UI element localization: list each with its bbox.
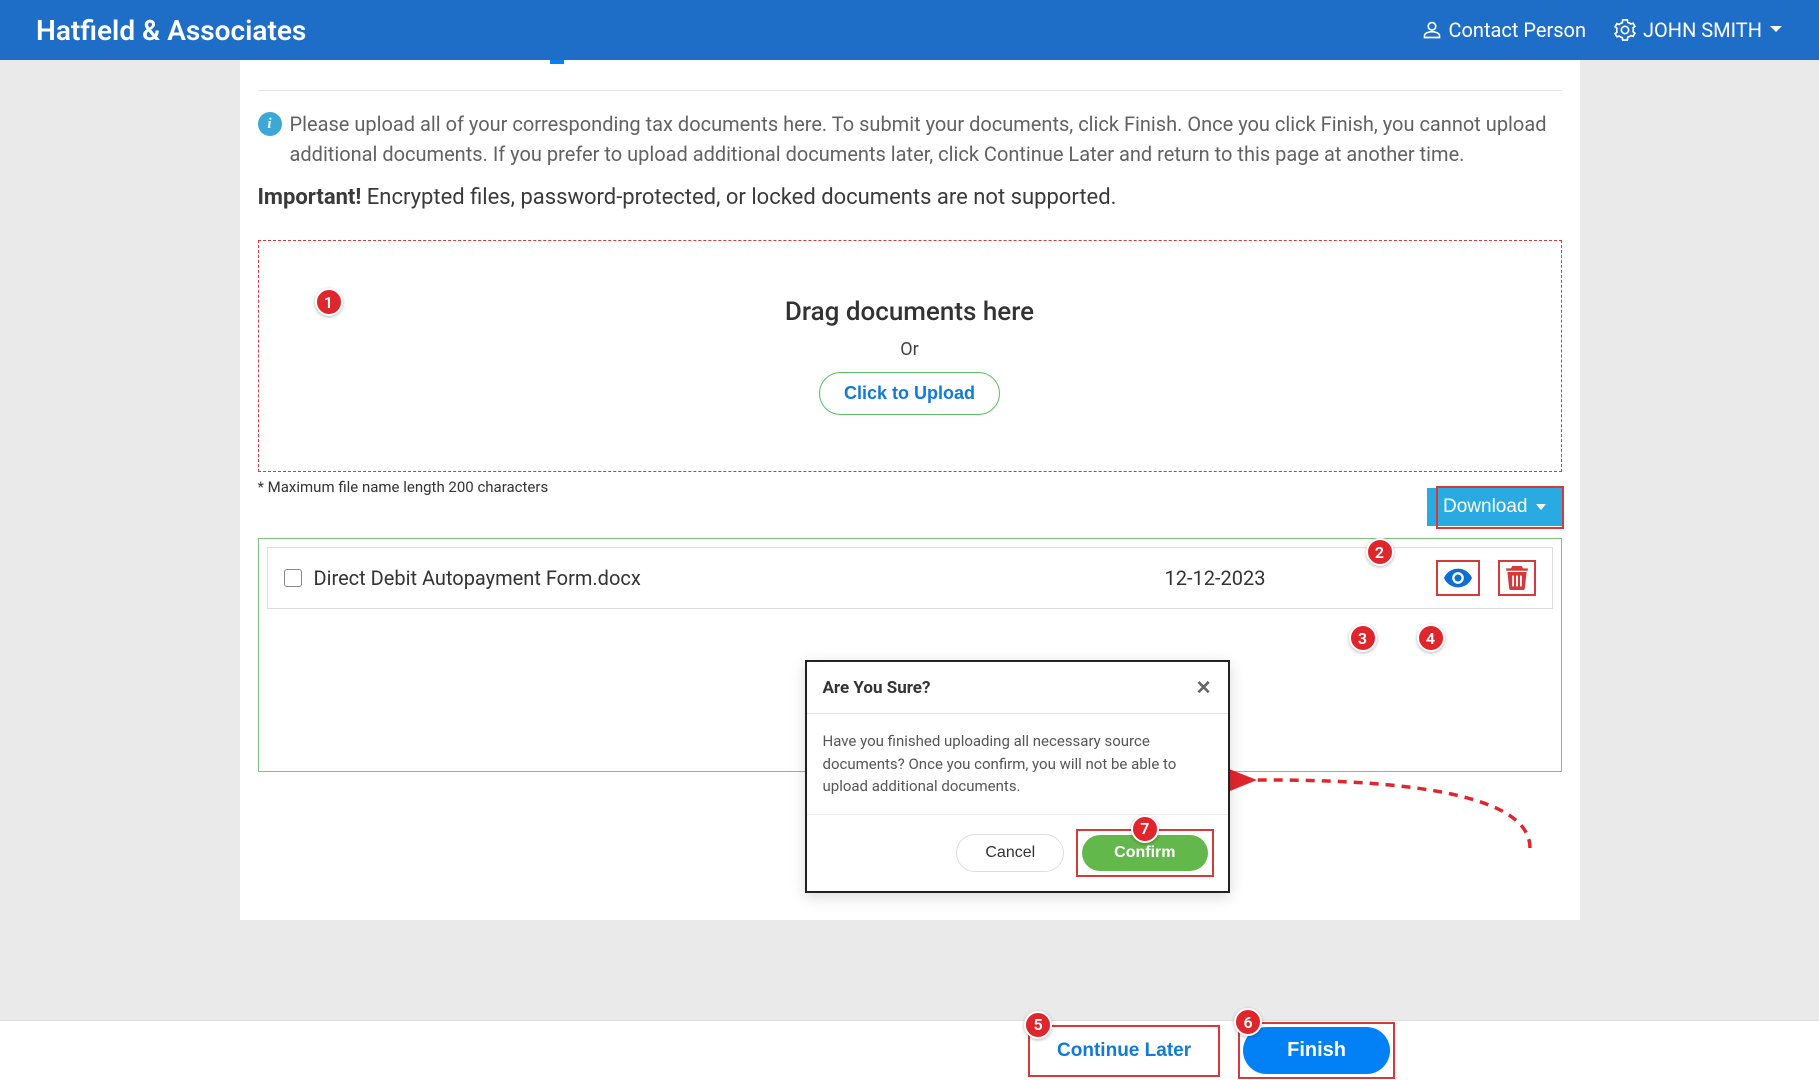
callout-3: 3 <box>1349 624 1377 652</box>
download-button[interactable]: Download <box>1427 488 1562 526</box>
important-note: Important! Encrypted files, password-pro… <box>258 185 1562 210</box>
callout-5: 5 <box>1024 1011 1052 1039</box>
file-name: Direct Debit Autopayment Form.docx <box>314 566 641 590</box>
user-name: JOHN SMITH <box>1643 18 1762 42</box>
caret-down-icon <box>1769 25 1783 35</box>
top-header: Hatfield & Associates Contact Person JOH… <box>0 0 1819 60</box>
modal-cancel-button[interactable]: Cancel <box>956 834 1064 872</box>
upload-dropzone[interactable]: Drag documents here Or Click to Upload <box>258 240 1562 472</box>
delete-file-button[interactable] <box>1498 560 1536 596</box>
dropzone-title: Drag documents here <box>785 297 1034 327</box>
modal-body: Have you finished uploading all necessar… <box>807 714 1228 815</box>
continue-later-button[interactable]: Continue Later <box>1033 1030 1215 1072</box>
callout-7: 7 <box>1131 815 1159 843</box>
contact-label: Contact Person <box>1449 18 1587 42</box>
user-menu[interactable]: JOHN SMITH <box>1614 18 1783 42</box>
important-text: Encrypted files, password-protected, or … <box>361 185 1116 210</box>
footer-bar: 5 Continue Later 6 Finish <box>0 1020 1819 1080</box>
gear-icon <box>1614 19 1636 41</box>
file-checkbox[interactable] <box>284 569 302 587</box>
modal-header: Are You Sure? ✕ <box>807 662 1228 714</box>
download-label: Download <box>1443 496 1528 518</box>
brand-title: Hatfield & Associates <box>36 14 306 47</box>
info-text: Please upload all of your corresponding … <box>290 109 1562 169</box>
info-icon: i <box>258 112 282 136</box>
modal-footer: Cancel 7 Confirm <box>807 815 1228 891</box>
person-icon <box>1422 19 1442 41</box>
callout-4: 4 <box>1417 624 1445 652</box>
callout-6: 6 <box>1234 1008 1262 1036</box>
file-date: 12-12-2023 <box>1165 566 1266 590</box>
annotation-arrow <box>1230 758 1550 878</box>
finish-button[interactable]: Finish <box>1243 1027 1390 1074</box>
modal-title: Are You Sure? <box>823 678 931 698</box>
header-right: Contact Person JOHN SMITH <box>1422 18 1784 42</box>
info-banner: i Please upload all of your correspondin… <box>258 109 1562 169</box>
modal-close-button[interactable]: ✕ <box>1196 676 1212 699</box>
trash-icon <box>1506 566 1528 590</box>
callout-2: 2 <box>1366 538 1394 566</box>
contact-person-link[interactable]: Contact Person <box>1422 18 1587 42</box>
confirm-modal: Are You Sure? ✕ Have you finished upload… <box>805 660 1230 893</box>
preview-file-button[interactable] <box>1436 560 1480 596</box>
file-row: Direct Debit Autopayment Form.docx 12-12… <box>267 547 1553 609</box>
click-to-upload-button[interactable]: Click to Upload <box>819 372 1000 415</box>
eye-icon <box>1444 568 1472 588</box>
page-content: i Please upload all of your correspondin… <box>240 60 1580 920</box>
active-tab-indicator <box>550 60 564 64</box>
caret-down-icon <box>1536 504 1546 510</box>
dropzone-or: Or <box>900 339 918 360</box>
callout-1: 1 <box>315 288 343 316</box>
important-prefix: Important! <box>258 185 362 210</box>
divider <box>258 90 1562 91</box>
